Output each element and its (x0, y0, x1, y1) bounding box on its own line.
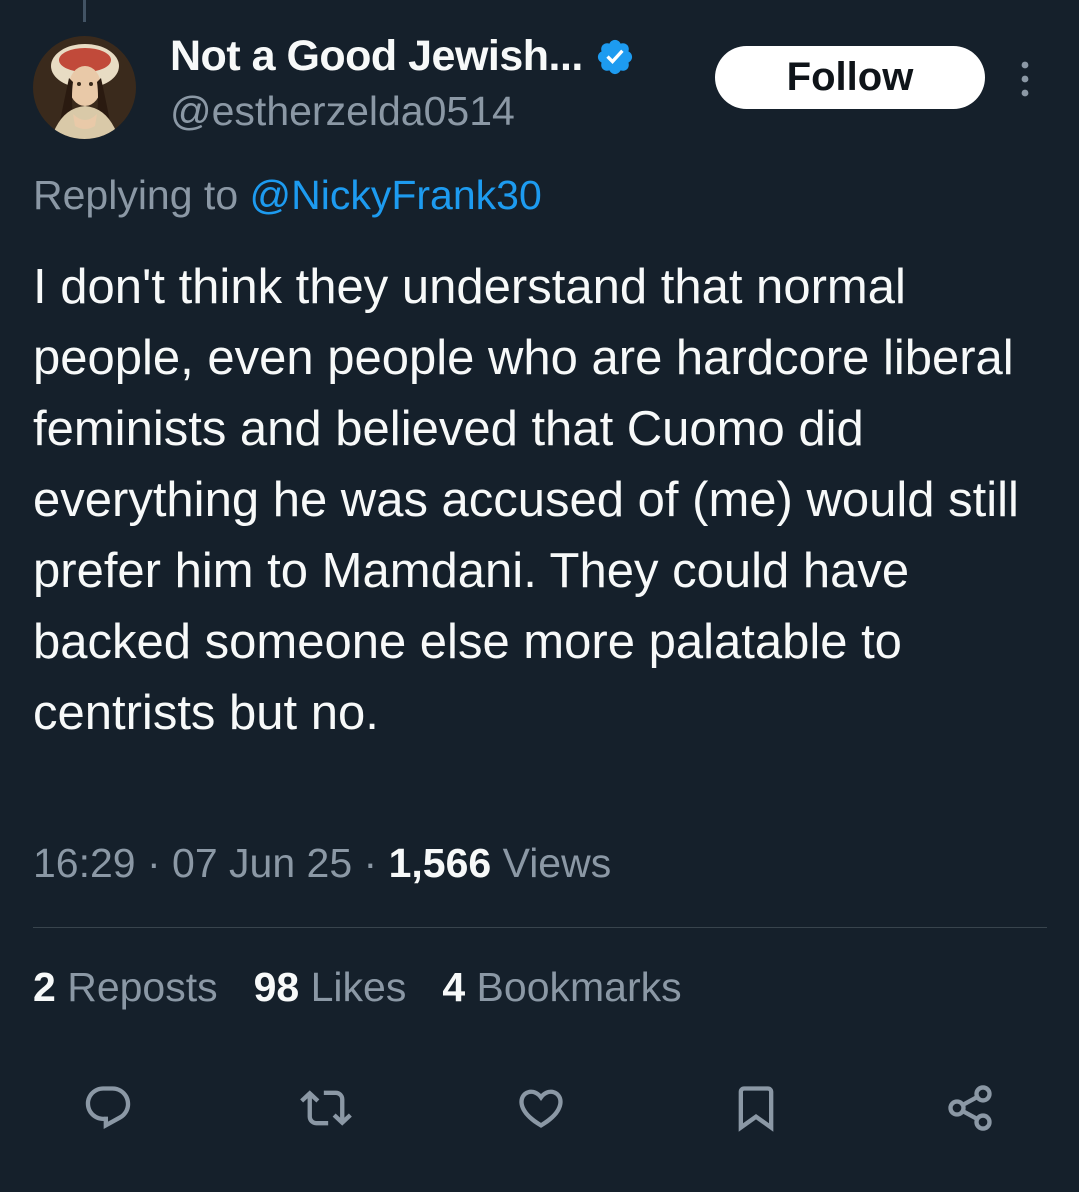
share-button[interactable] (942, 1080, 998, 1136)
tweet-date[interactable]: 07 Jun 25 (172, 840, 352, 886)
reposts-label: Reposts (55, 964, 218, 1010)
author-handle[interactable]: @estherzelda0514 (170, 88, 515, 135)
likes-stat[interactable]: 98 Likes (254, 964, 407, 1011)
bookmark-icon (738, 1086, 774, 1132)
divider (33, 927, 1047, 928)
reply-button[interactable] (80, 1080, 136, 1136)
replying-to-label: Replying to (33, 172, 250, 218)
views-label: Views (491, 840, 612, 886)
likes-count: 98 (253, 964, 300, 1010)
follow-button[interactable]: Follow (715, 46, 985, 109)
action-bar (0, 1080, 1079, 1140)
reply-mention-link[interactable]: @NickyFrank30 (250, 172, 542, 218)
repost-button[interactable] (298, 1080, 354, 1136)
avatar[interactable] (33, 36, 136, 139)
replying-to-line: Replying to @NickyFrank30 (33, 172, 542, 219)
like-button[interactable] (513, 1080, 569, 1136)
more-options-icon[interactable] (1013, 57, 1037, 101)
meta-separator: · (352, 840, 389, 886)
bookmarks-label: Bookmarks (465, 964, 682, 1010)
tweet-meta: 16:29 · 07 Jun 25 · 1,566 Views (33, 840, 611, 887)
reposts-count: 2 (33, 964, 56, 1010)
bookmarks-count: 4 (442, 964, 466, 1010)
reply-icon (85, 1086, 131, 1130)
tweet-time[interactable]: 16:29 (33, 840, 136, 886)
bookmark-button[interactable] (728, 1080, 784, 1136)
verified-badge-icon[interactable] (595, 37, 635, 77)
views-count: 1,566 (388, 840, 492, 886)
share-icon (948, 1085, 992, 1131)
author-name-row: Not a Good Jewish... (170, 32, 635, 81)
thread-connector-line (83, 0, 86, 22)
bookmarks-stat[interactable]: 4 Bookmarks (442, 964, 681, 1011)
engagement-stats: 2 Reposts 98 Likes 4 Bookmarks (33, 964, 718, 1011)
repost-icon (300, 1090, 352, 1126)
meta-separator: · (135, 840, 173, 886)
likes-label: Likes (299, 964, 407, 1010)
tweet-text: I don't think they understand that norma… (33, 260, 1019, 740)
like-icon (519, 1089, 563, 1128)
reposts-stat[interactable]: 2 Reposts (33, 964, 218, 1011)
portrait-avatar-icon (33, 36, 136, 139)
author-display-name[interactable]: Not a Good Jewish... (170, 32, 583, 81)
